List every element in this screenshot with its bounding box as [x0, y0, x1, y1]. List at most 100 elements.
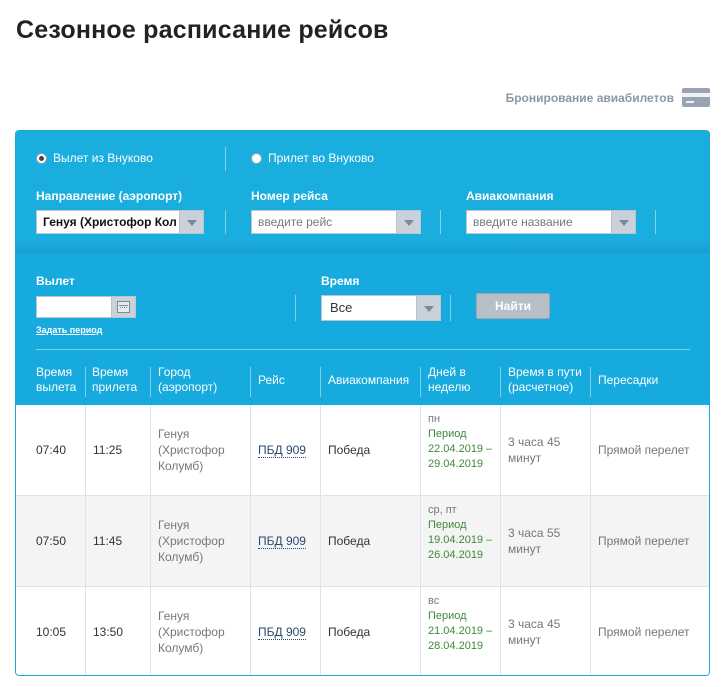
- airline-select[interactable]: введите название: [466, 210, 636, 234]
- duration: 3 часа 55 минут: [508, 526, 561, 556]
- search-button[interactable]: Найти: [476, 293, 550, 319]
- header-divider: [420, 367, 421, 397]
- divider: [440, 210, 441, 234]
- column-divider: [150, 587, 151, 675]
- header-divider: [85, 367, 86, 397]
- time-select-value[interactable]: Все: [321, 295, 417, 321]
- direction-label: Направление (аэропорт): [36, 189, 183, 203]
- dep-time: 07:50: [36, 534, 67, 548]
- calendar-icon: [117, 301, 130, 313]
- arrival-radio[interactable]: Прилет во Внуково: [251, 151, 374, 165]
- chevron-down-icon[interactable]: [417, 295, 441, 321]
- header-divider: [590, 367, 591, 397]
- chevron-down-icon[interactable]: [397, 210, 421, 234]
- divider: [225, 147, 226, 171]
- column-divider: [590, 496, 591, 587]
- table-row: 07:50 11:45 Генуя (Христофор Колумб) ПБД 9…: [16, 496, 709, 587]
- divider: [655, 210, 656, 234]
- departure-date-input[interactable]: [36, 296, 112, 318]
- booking-link[interactable]: Бронирование авиабилетов: [506, 88, 710, 107]
- days-of-week: ср, пт Период 19.04.2019 –26.04.2019: [428, 504, 493, 561]
- column-divider: [320, 496, 321, 587]
- dep-time: 07:40: [36, 443, 67, 457]
- city: Генуя (Христофор Колумб): [158, 609, 225, 655]
- flight-number-link[interactable]: ПБД 909: [258, 625, 306, 640]
- schedule-panel: Вылет из Внуково Прилет во Внуково Напра…: [15, 130, 710, 676]
- flight-number-select[interactable]: введите рейс: [251, 210, 421, 234]
- column-divider: [85, 587, 86, 675]
- column-divider: [500, 496, 501, 587]
- arr-time: 13:50: [93, 625, 124, 639]
- column-divider: [590, 405, 591, 496]
- chevron-down-icon[interactable]: [180, 210, 204, 234]
- column-divider: [420, 496, 421, 587]
- divider: [225, 210, 226, 234]
- set-period-link[interactable]: Задать период: [36, 325, 102, 335]
- city: Генуя (Христофор Колумб): [158, 518, 225, 564]
- column-divider: [500, 587, 501, 675]
- direction-select[interactable]: Генуя (Христофор Кол: [36, 210, 204, 234]
- column-divider: [500, 405, 501, 496]
- departure-radio-label: Вылет из Внуково: [53, 151, 153, 165]
- days-of-week: вс Период 21.04.2019 –28.04.2019: [428, 595, 493, 652]
- flight-number-link[interactable]: ПБД 909: [258, 534, 306, 549]
- airline: Победа: [328, 534, 371, 548]
- airline-input[interactable]: введите название: [466, 210, 612, 234]
- duration: 3 часа 45 минут: [508, 617, 561, 647]
- header-airline: Авиакомпания: [328, 373, 410, 387]
- header-divider: [150, 367, 151, 397]
- chevron-down-icon[interactable]: [612, 210, 636, 234]
- column-divider: [420, 405, 421, 496]
- column-divider: [250, 587, 251, 675]
- column-divider: [85, 496, 86, 587]
- calendar-button[interactable]: [112, 296, 136, 318]
- radio-checked-icon: [36, 152, 47, 164]
- table-row: 07:40 11:25 Генуя (Христофор Колумб) ПБД 9…: [16, 405, 709, 496]
- airline: Победа: [328, 443, 371, 457]
- header-divider: [320, 367, 321, 397]
- duration: 3 часа 45 минут: [508, 435, 561, 465]
- header-divider: [250, 367, 251, 397]
- arrival-radio-label: Прилет во Внуково: [268, 151, 374, 165]
- filter-top-section: Вылет из Внуково Прилет во Внуково Напра…: [16, 131, 709, 253]
- column-divider: [320, 587, 321, 675]
- column-divider: [250, 496, 251, 587]
- divider: [295, 295, 296, 321]
- time-select[interactable]: Все: [321, 295, 441, 321]
- header-dep-time: Время вылета: [36, 365, 77, 394]
- transfers: Прямой перелет: [598, 443, 690, 457]
- airline-label: Авиакомпания: [466, 189, 554, 203]
- credit-card-icon: [682, 88, 710, 107]
- dep-time: 10:05: [36, 625, 67, 639]
- arr-time: 11:45: [93, 534, 123, 548]
- filter-divider: [36, 349, 690, 350]
- radio-unchecked-icon: [251, 152, 262, 164]
- booking-link-label: Бронирование авиабилетов: [505, 90, 674, 105]
- departure-date-label: Вылет: [36, 274, 75, 288]
- table-header: Время вылета Время прилета Город (аэропорт)…: [16, 359, 709, 405]
- column-divider: [150, 405, 151, 496]
- header-arr-time: Время прилета: [92, 365, 138, 394]
- column-divider: [590, 587, 591, 675]
- flight-number-link[interactable]: ПБД 909: [258, 443, 306, 458]
- column-divider: [320, 405, 321, 496]
- time-label: Время: [321, 274, 360, 288]
- column-divider: [420, 587, 421, 675]
- transfers: Прямой перелет: [598, 534, 690, 548]
- header-days: Дней в неделю: [428, 365, 471, 394]
- header-duration: Время в пути (расчетное): [508, 365, 582, 394]
- airline: Победа: [328, 625, 371, 639]
- direction-input[interactable]: Генуя (Христофор Кол: [36, 210, 180, 234]
- days-of-week: пн Период 22.04.2019 –29.04.2019: [428, 413, 493, 470]
- page-title: Сезонное расписание рейсов: [16, 16, 389, 44]
- arr-time: 11:25: [93, 443, 123, 457]
- header-flight: Рейс: [258, 373, 285, 387]
- table-row: 10:05 13:50 Генуя (Христофор Колумб) ПБД 9…: [16, 587, 709, 675]
- flight-number-input[interactable]: введите рейс: [251, 210, 397, 234]
- header-transfers: Пересадки: [598, 373, 659, 387]
- column-divider: [150, 496, 151, 587]
- column-divider: [250, 405, 251, 496]
- departure-radio[interactable]: Вылет из Внуково: [36, 151, 153, 165]
- transfers: Прямой перелет: [598, 625, 690, 639]
- departure-date-picker[interactable]: [36, 296, 136, 318]
